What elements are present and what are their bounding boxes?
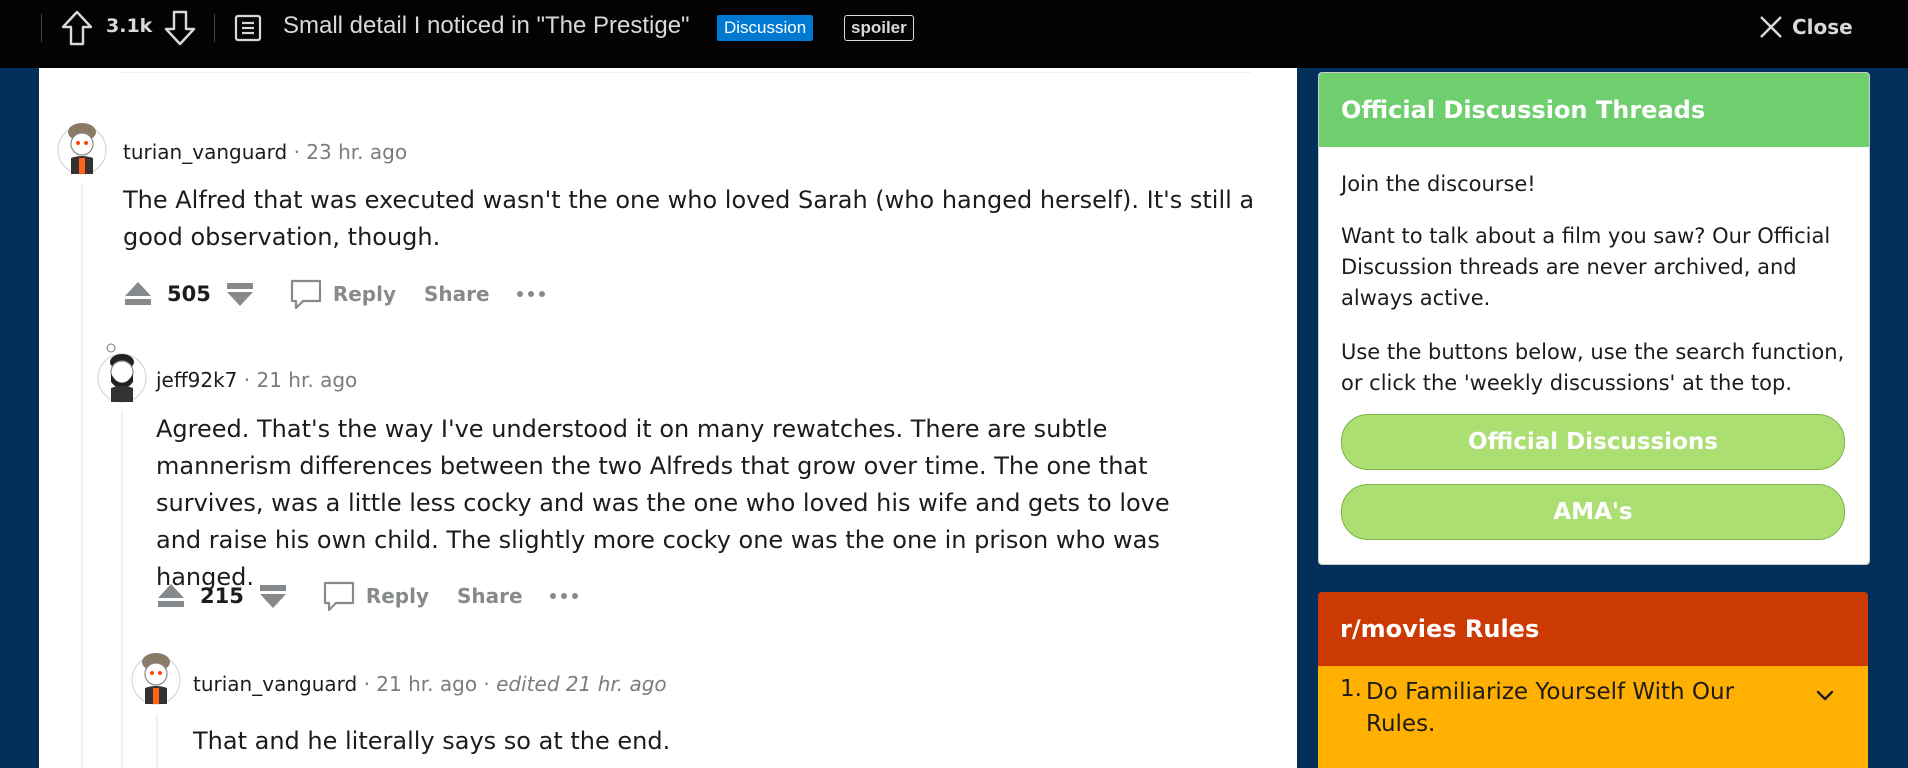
divider — [41, 14, 42, 42]
comment-timestamp[interactable]: · 21 hr. ago · — [364, 672, 490, 696]
rule-number: 1. — [1340, 676, 1362, 702]
card-text: Use the buttons below, use the search fu… — [1341, 340, 1845, 395]
comment-author[interactable]: turian_vanguard — [123, 140, 287, 164]
comment-header: jeff92k7 · 21 hr. ago — [156, 368, 357, 392]
avatar[interactable] — [57, 114, 107, 178]
thread-line[interactable] — [81, 183, 83, 768]
discussion-flair[interactable]: Discussion — [717, 15, 814, 41]
thread-line[interactable] — [156, 714, 158, 768]
post-top-bar: 3.1k Small detail I noticed in "The Pres… — [0, 0, 1908, 68]
comment-bubble-icon — [290, 279, 321, 310]
comment-score: 215 — [200, 584, 244, 608]
comment-author[interactable]: turian_vanguard — [193, 672, 357, 696]
rule-text: Do Familiarize Yourself With Our Rules. — [1366, 679, 1735, 737]
more-options-icon[interactable] — [549, 591, 579, 601]
downvote-icon[interactable] — [258, 581, 288, 611]
close-button[interactable]: Close — [1758, 10, 1853, 44]
chevron-down-icon[interactable] — [1814, 684, 1836, 706]
rule-item[interactable]: 1. Do Familiarize Yourself With Our Rule… — [1318, 666, 1868, 768]
comment-header: turian_vanguard · 23 hr. ago — [123, 140, 407, 164]
avatar[interactable] — [131, 644, 181, 708]
close-icon — [1760, 16, 1782, 38]
comment-body: The Alfred that was executed wasn't the … — [123, 186, 1255, 251]
upvote-icon[interactable] — [156, 581, 186, 611]
reply-button[interactable]: Reply — [289, 277, 396, 311]
avatar[interactable] — [97, 340, 147, 406]
comment-timestamp[interactable]: · 23 hr. ago — [294, 140, 408, 164]
post-title[interactable]: Small detail I noticed in "The Prestige" — [283, 12, 690, 40]
downvote-icon[interactable] — [225, 279, 255, 309]
card-title: r/movies Rules — [1318, 592, 1868, 666]
comment-body: Agreed. That's the way I've understood i… — [156, 415, 1170, 591]
card-title: Official Discussion Threads — [1319, 73, 1869, 147]
comments-panel: turian_vanguard · 23 hr. ago The Alfred … — [39, 68, 1297, 768]
divider — [121, 72, 1251, 73]
comment-timestamp[interactable]: · 21 hr. ago — [244, 368, 358, 392]
spoiler-tag: spoiler — [844, 15, 914, 41]
comment-header: turian_vanguard · 21 hr. ago · edited 21… — [193, 672, 667, 696]
upvote-icon[interactable] — [60, 9, 94, 47]
official-discussions-button[interactable]: Official Discussions — [1341, 414, 1845, 470]
edited-label: edited 21 hr. ago — [496, 672, 667, 696]
card-text: Join the discourse! — [1341, 172, 1536, 196]
post-text-icon — [234, 14, 262, 42]
share-button[interactable]: Share — [424, 282, 490, 306]
card-text: Want to talk about a film you saw? Our O… — [1341, 224, 1831, 310]
comment-score: 505 — [167, 282, 211, 306]
upvote-icon[interactable] — [123, 279, 153, 309]
comment-author[interactable]: jeff92k7 — [156, 368, 237, 392]
reply-label: Reply — [365, 584, 430, 608]
reply-button[interactable]: Reply — [322, 579, 429, 613]
rules-card: r/movies Rules 1. Do Familiarize Yoursel… — [1318, 592, 1868, 768]
comment-body: That and he literally says so at the end… — [193, 727, 671, 755]
thread-line[interactable] — [121, 411, 123, 768]
reply-label: Reply — [332, 282, 397, 306]
comment-actions: 215 Reply Share — [156, 576, 579, 616]
divider — [214, 14, 215, 42]
downvote-icon[interactable] — [163, 9, 197, 47]
more-options-icon[interactable] — [516, 289, 546, 299]
comment-actions: 505 Reply Share — [123, 274, 546, 314]
amas-button[interactable]: AMA's — [1341, 484, 1845, 540]
discussion-threads-card: Official Discussion Threads Join the dis… — [1318, 72, 1870, 565]
comment-bubble-icon — [323, 581, 354, 612]
close-label: Close — [1792, 15, 1853, 39]
post-score: 3.1k — [106, 15, 153, 37]
share-button[interactable]: Share — [457, 584, 523, 608]
